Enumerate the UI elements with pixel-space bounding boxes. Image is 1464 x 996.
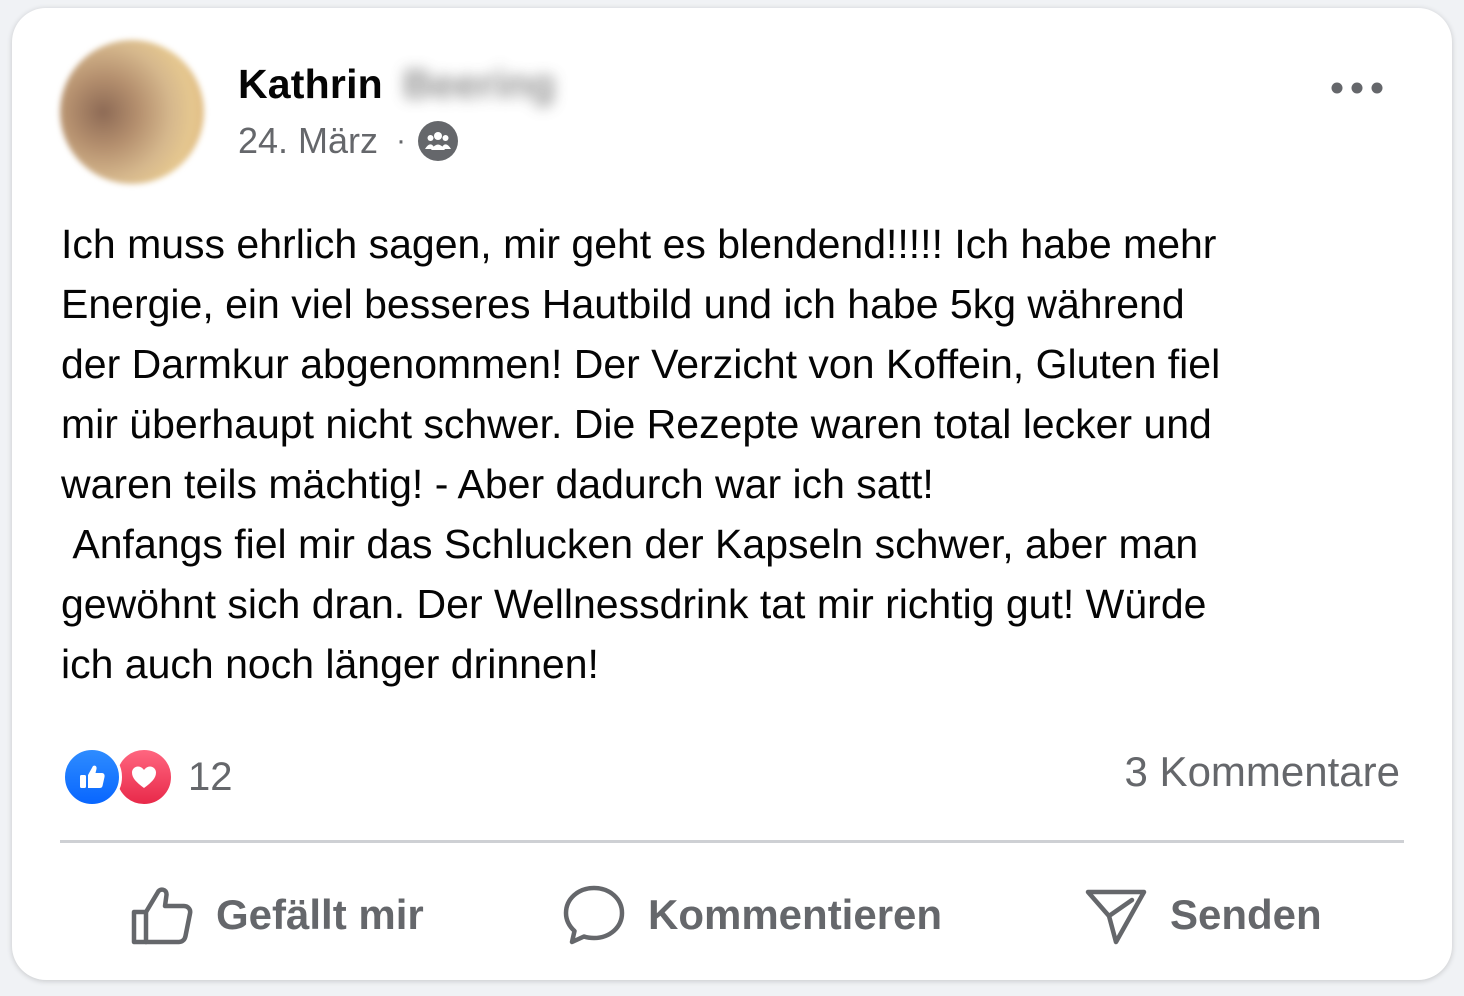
reactions-summary[interactable]: 12 [62, 745, 233, 809]
avatar[interactable] [60, 40, 204, 184]
author-row: Kathrin Beering [238, 58, 556, 110]
reaction-count[interactable]: 12 [188, 755, 233, 800]
more-horizontal-icon [1331, 82, 1383, 94]
comments-count-link[interactable]: 3 Kommentare [1125, 748, 1400, 796]
author-name[interactable]: Kathrin [238, 61, 383, 108]
send-icon [1085, 889, 1147, 945]
action-bar: Gefällt mir Kommentieren Senden [60, 870, 1404, 960]
author-surname-blurred: Beering [402, 60, 556, 107]
more-options-button[interactable] [1322, 68, 1392, 108]
comment-bubble-icon [563, 885, 625, 945]
post-meta: 24. März · [238, 116, 459, 166]
love-reaction-icon [114, 747, 174, 807]
comment-button-label: Kommentieren [648, 891, 943, 938]
thumbs-up-icon [131, 887, 193, 945]
send-button[interactable]: Senden [1084, 884, 1322, 946]
like-button-label: Gefällt mir [216, 891, 424, 938]
group-icon[interactable] [418, 121, 459, 161]
post-card: Kathrin Beering 24. März · Ich muss ehrl… [12, 8, 1452, 980]
send-button-label: Senden [1170, 891, 1322, 938]
comment-button[interactable]: Kommentieren [562, 884, 942, 946]
post-text: Ich muss ehrlich sagen, mir geht es blen… [61, 221, 1221, 687]
divider [60, 840, 1404, 843]
like-reaction-icon [62, 747, 122, 807]
like-button[interactable]: Gefällt mir [130, 884, 424, 946]
meta-separator: · [396, 124, 407, 157]
post-date[interactable]: 24. März [238, 120, 378, 162]
